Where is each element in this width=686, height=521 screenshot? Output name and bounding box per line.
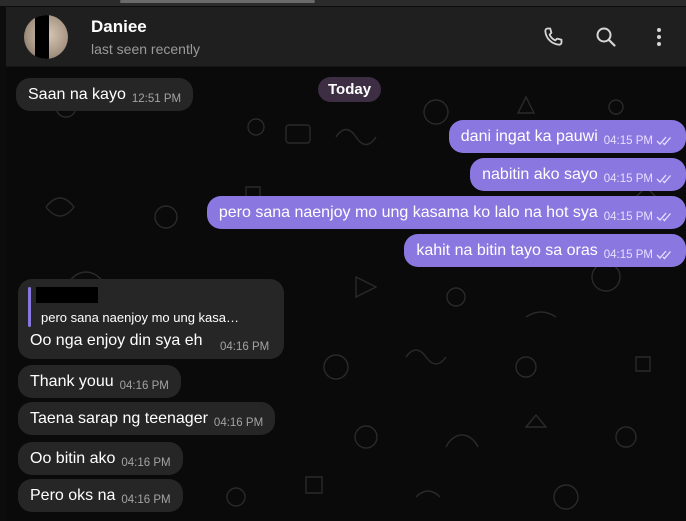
message-incoming[interactable]: Taena sarap ng teenager 04:16 PM xyxy=(18,402,276,435)
message-text: kahit na bitin tayo sa oras xyxy=(416,241,598,259)
avatar[interactable] xyxy=(24,15,68,59)
message-time: 04:16 PM xyxy=(119,379,169,392)
message-text: dani ingat ka pauwi xyxy=(460,127,598,145)
message-incoming[interactable]: Pero oks na 04:16 PM xyxy=(18,479,183,512)
message-text: Saan na kayo xyxy=(28,85,126,103)
message-outgoing[interactable]: kahit na bitin tayo sa oras 04:15 PM xyxy=(404,234,686,267)
phone-icon[interactable] xyxy=(541,25,565,49)
quoted-text[interactable]: pero sana naenjoy mo ung kasa… xyxy=(41,310,239,325)
chat-header: Daniee last seen recently xyxy=(6,7,686,67)
message-time: 04:15 PM xyxy=(603,210,653,223)
message-time: 04:16 PM xyxy=(121,456,171,469)
message-incoming-reply[interactable]: pero sana naenjoy mo ung kasa… Oo nga en… xyxy=(18,279,284,359)
message-text: Thank youu xyxy=(30,372,114,390)
date-badge: Today xyxy=(318,77,382,102)
message-time: 04:15 PM xyxy=(603,172,653,185)
message-time: 04:15 PM xyxy=(603,134,653,147)
message-text: pero sana naenjoy mo ung kasama ko lalo … xyxy=(218,203,598,221)
message-time: 12:51 PM xyxy=(131,92,182,105)
search-icon[interactable] xyxy=(594,25,618,49)
contact-name[interactable]: Daniee xyxy=(91,17,147,37)
message-incoming[interactable]: Thank youu 04:16 PM xyxy=(18,365,181,398)
read-checkmarks-icon xyxy=(656,136,671,145)
message-time: 04:16 PM xyxy=(213,416,264,429)
window-top-border xyxy=(0,0,686,6)
message-incoming[interactable]: Saan na kayo 12:51 PM xyxy=(16,78,194,111)
message-time: 04:16 PM xyxy=(121,493,171,506)
message-text: nabitin ako sayo xyxy=(482,165,598,183)
message-time: 04:16 PM xyxy=(220,341,270,353)
contact-status: last seen recently xyxy=(91,41,200,57)
read-checkmarks-icon xyxy=(656,212,671,221)
quote-bar xyxy=(28,287,31,327)
message-outgoing[interactable]: nabitin ako sayo 04:15 PM xyxy=(470,158,686,191)
chat-area[interactable]: Saan na kayo 12:51 PM Today dani ingat k… xyxy=(6,67,686,521)
message-incoming[interactable]: Oo bitin ako 04:16 PM xyxy=(18,442,183,475)
quoted-sender-redacted xyxy=(36,287,98,303)
read-checkmarks-icon xyxy=(656,174,671,183)
message-text: Oo nga enjoy din sya eh xyxy=(30,332,203,349)
tab-indicator xyxy=(120,0,315,3)
message-text: Pero oks na xyxy=(30,486,116,504)
message-outgoing[interactable]: dani ingat ka pauwi 04:15 PM xyxy=(448,120,686,153)
read-checkmarks-icon xyxy=(656,250,671,259)
redaction-bar xyxy=(35,15,49,59)
message-time: 04:15 PM xyxy=(603,248,653,261)
message-text: Oo bitin ako xyxy=(30,449,116,467)
message-text: Taena sarap ng teenager xyxy=(30,409,208,427)
more-vertical-icon[interactable] xyxy=(647,25,671,49)
message-outgoing[interactable]: pero sana naenjoy mo ung kasama ko lalo … xyxy=(206,196,686,229)
